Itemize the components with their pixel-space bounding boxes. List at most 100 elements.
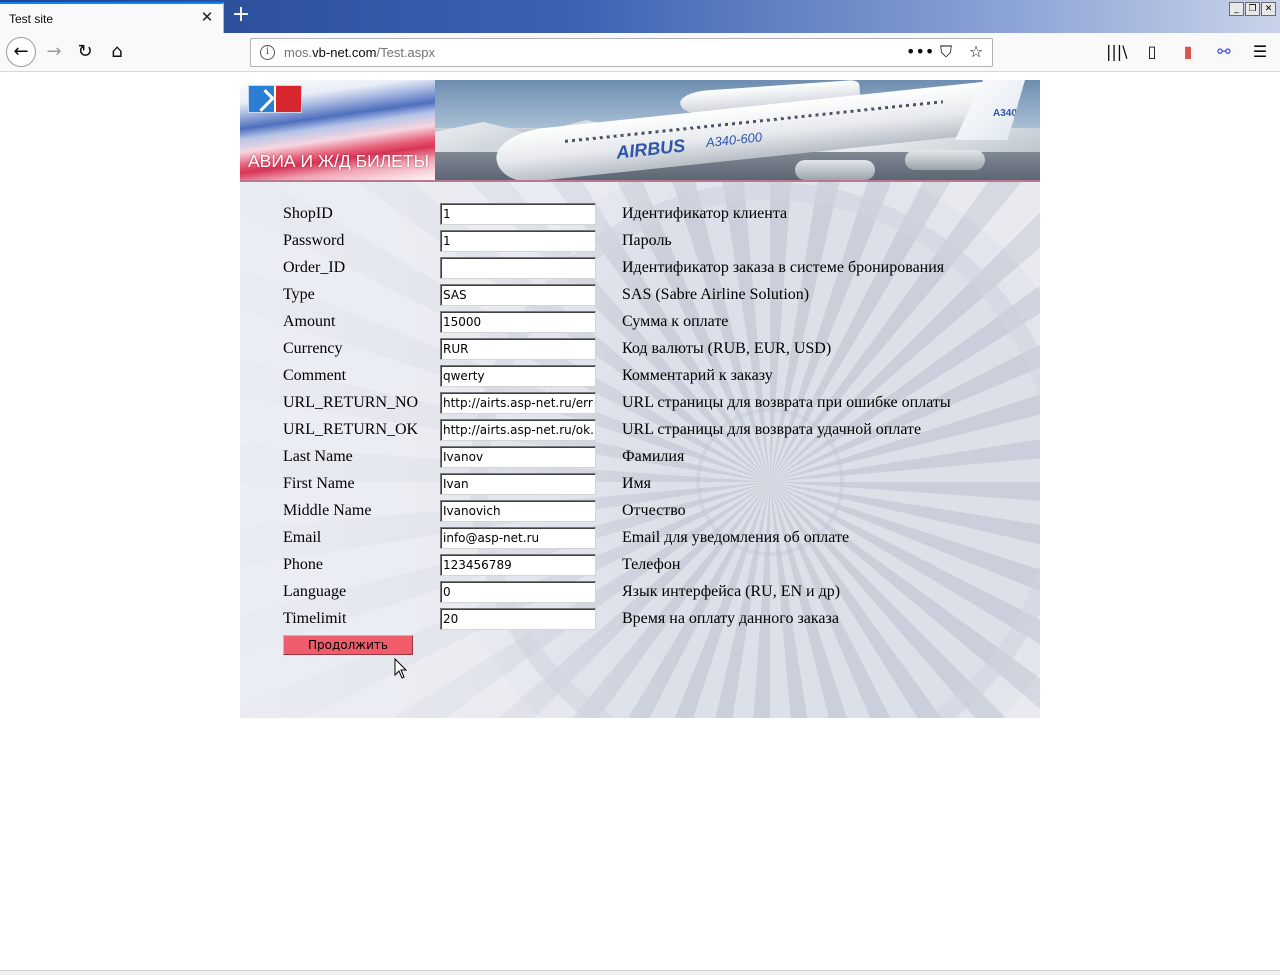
sidebar-icon[interactable]: ▯ <box>1142 42 1162 62</box>
field-cell-language <box>440 578 620 605</box>
home-icon[interactable]: ⌂ <box>103 38 131 66</box>
first-name-input[interactable] <box>440 472 596 495</box>
order-id-input[interactable] <box>440 256 596 279</box>
field-description-shopid: Идентификатор клиента <box>622 204 788 222</box>
field-description-last-name: Фамилия <box>622 447 685 465</box>
timelimit-input[interactable] <box>440 607 596 630</box>
form-row-comment: Comment Комментарий к заказу <box>281 362 951 389</box>
shopid-input[interactable] <box>440 202 596 225</box>
field-description-email: Email для уведомления об оплате <box>622 528 850 546</box>
continue-button[interactable]: Продолжить <box>283 635 413 655</box>
tab-test-site[interactable]: Test site ✕ <box>0 2 224 33</box>
password-input[interactable] <box>440 229 596 252</box>
field-cell-phone <box>440 551 620 578</box>
field-cell-url-return-no <box>440 389 620 416</box>
restore-icon[interactable]: ❐ <box>1245 2 1260 16</box>
field-label-amount: Amount <box>283 312 336 330</box>
form-row-first-name: First Name Имя <box>281 470 951 497</box>
url-host: vb-net.com <box>312 45 377 60</box>
form-row-currency: Currency Код валюты (RUB, EUR, USD) <box>281 335 951 362</box>
window-controls: _ ❐ ✕ <box>1229 2 1276 16</box>
nav-toolbar: ← → ↻ ⌂ i mos.vb-net.com/Test.aspx ••• ⛉… <box>0 33 1280 72</box>
close-window-icon[interactable]: ✕ <box>1261 2 1276 16</box>
toolbar-right: |||\ ▯ ▮ ⚯ ☰ <box>1106 42 1270 62</box>
last-name-input[interactable] <box>440 445 596 468</box>
field-label-middle-name: Middle Name <box>283 501 372 519</box>
banner-title: АВИА И Ж/Д БИЛЕТЫ <box>248 151 430 171</box>
form-row-language: Language Язык интерфейса (RU, EN и др) <box>281 578 951 605</box>
field-description-url-return-ok: URL страницы для возврата удачной оплате <box>622 420 922 438</box>
field-cell-email <box>440 524 620 551</box>
page-content: АВИА И Ж/Д БИЛЕТЫ AIRBUS A340-600 A340 S… <box>240 80 1040 718</box>
airplane-engine-left <box>795 160 875 180</box>
pocket-icon[interactable]: ⛉ <box>936 42 956 62</box>
phone-input[interactable] <box>440 553 596 576</box>
airplane-model: A340-600 <box>705 129 763 151</box>
page-actions-icon[interactable]: ••• <box>906 42 934 62</box>
field-description-password: Пароль <box>622 231 672 249</box>
field-label-phone: Phone <box>283 555 323 573</box>
url-bar[interactable]: i mos.vb-net.com/Test.aspx ••• ⛉ ☆ <box>250 38 993 67</box>
new-tab-icon[interactable]: + <box>230 4 252 26</box>
tab-title: Test site <box>9 12 54 26</box>
field-label-url-return-no: URL_RETURN_NO <box>283 393 419 411</box>
field-description-currency: Код валюты (RUB, EUR, USD) <box>622 339 832 357</box>
reload-icon[interactable]: ↻ <box>71 38 99 66</box>
field-cell-shopid <box>440 200 620 227</box>
field-cell-type <box>440 281 620 308</box>
url-text[interactable]: mos.vb-net.com/Test.aspx <box>284 45 435 60</box>
comment-input[interactable] <box>440 364 596 387</box>
airplane-brand: AIRBUS <box>615 135 687 163</box>
form-fields-table: ShopID Идентификатор клиента Password Парол… <box>281 200 951 632</box>
library-icon[interactable]: |||\ <box>1106 42 1128 62</box>
middle-name-input[interactable] <box>440 499 596 522</box>
tab-close-icon[interactable]: ✕ <box>199 9 215 25</box>
back-arrow-icon[interactable]: ← <box>6 37 36 67</box>
form-row-email: Email Email для уведомления об оплате <box>281 524 951 551</box>
extension-icon[interactable]: ▮ <box>1178 42 1198 62</box>
currency-input[interactable] <box>440 337 596 360</box>
field-description-timelimit: Время на оплату данного заказа <box>622 609 839 627</box>
field-cell-currency <box>440 335 620 362</box>
extension-link-icon[interactable]: ⚯ <box>1214 42 1234 62</box>
url-path: /Test.aspx <box>376 45 436 60</box>
field-cell-comment <box>440 362 620 389</box>
minimize-icon[interactable]: _ <box>1229 2 1244 16</box>
field-cell-first-name <box>440 470 620 497</box>
field-label-last-name: Last Name <box>283 447 353 465</box>
url-actions: ••• ⛉ ☆ <box>906 42 986 62</box>
field-cell-last-name <box>440 443 620 470</box>
field-cell-password <box>440 227 620 254</box>
form-row-phone: Phone Телефон <box>281 551 951 578</box>
field-description-order-id: Идентификатор заказа в системе бронирова… <box>622 258 945 276</box>
forward-arrow-icon[interactable]: → <box>40 38 68 66</box>
form-row-url-return-no: URL_RETURN_NO URL страницы для возврата п… <box>281 389 951 416</box>
language-input[interactable] <box>440 580 596 603</box>
form-row-middle-name: Middle Name Отчество <box>281 497 951 524</box>
form-row-type: Type SAS (Sabre Airline Solution) <box>281 281 951 308</box>
field-description-url-return-no: URL страницы для возврата при ошибке опл… <box>622 393 951 411</box>
site-info-icon[interactable]: i <box>260 45 275 60</box>
field-description-phone: Телефон <box>622 555 681 573</box>
email-input[interactable] <box>440 526 596 549</box>
tab-bar: Test site ✕ + _ ❐ ✕ <box>0 0 1280 33</box>
menu-icon[interactable]: ☰ <box>1250 42 1270 62</box>
url-prefix: mos. <box>284 45 313 60</box>
form-row-password: Password Пароль <box>281 227 951 254</box>
field-cell-middle-name <box>440 497 620 524</box>
type-input[interactable] <box>440 283 596 306</box>
site-logo-icon[interactable] <box>248 85 302 113</box>
url-return-no-input[interactable] <box>440 391 596 414</box>
field-label-comment: Comment <box>283 366 347 384</box>
header-banner: АВИА И Ж/Д БИЛЕТЫ AIRBUS A340-600 A340 <box>240 80 1040 182</box>
amount-input[interactable] <box>440 310 596 333</box>
field-label-language: Language <box>283 582 347 600</box>
field-label-shopid: ShopID <box>283 204 333 222</box>
form-row-url-return-ok: URL_RETURN_OK URL страницы для возврата у… <box>281 416 951 443</box>
url-return-ok-input[interactable] <box>440 418 596 441</box>
form-row-timelimit: Timelimit Время на оплату данного заказа <box>281 605 951 632</box>
field-description-amount: Сумма к оплате <box>622 312 729 330</box>
bookmark-star-icon[interactable]: ☆ <box>966 42 986 62</box>
field-cell-order-id <box>440 254 620 281</box>
field-cell-amount <box>440 308 620 335</box>
